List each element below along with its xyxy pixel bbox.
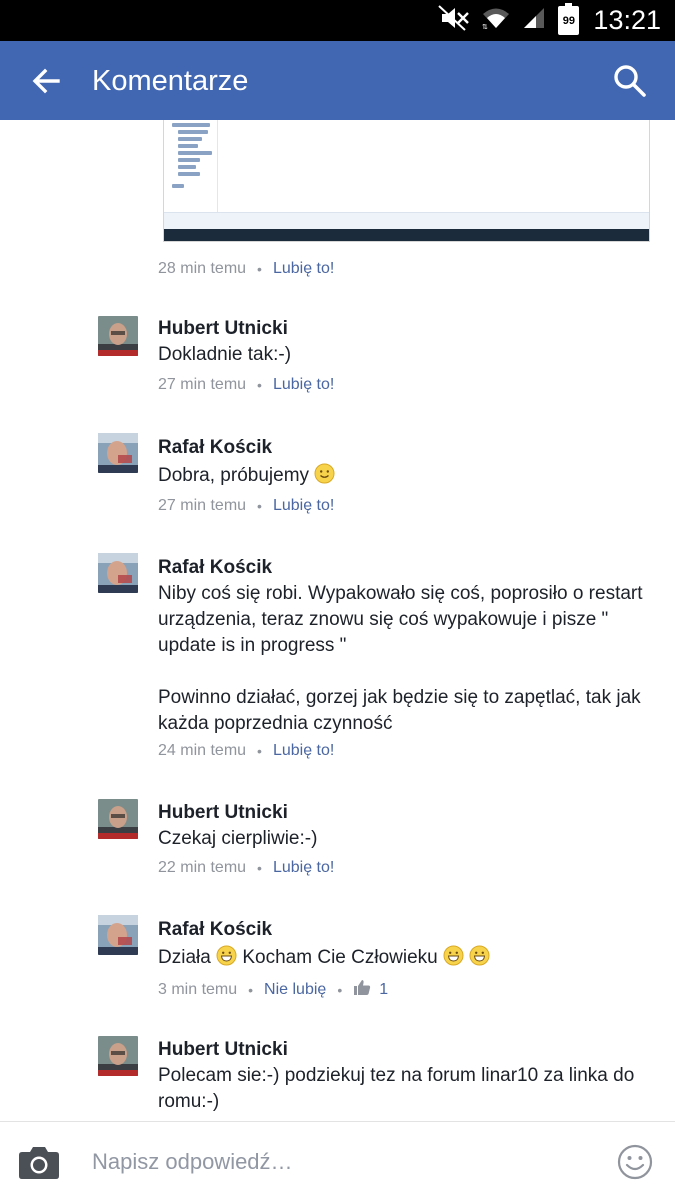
comment-time: 3 min temu: [158, 981, 238, 998]
camera-icon: [19, 1147, 59, 1179]
separator-dot: •: [257, 377, 262, 393]
attachment-sidebar: [164, 120, 218, 212]
like-link[interactable]: Lubię to!: [273, 742, 334, 760]
comment-text: Dobra, próbujemy: [158, 463, 643, 489]
smiley-icon: [617, 1144, 653, 1180]
comment-text: Czekaj cierpliwie:-): [158, 826, 643, 852]
battery-icon: 99: [558, 3, 580, 35]
reply-bar: [0, 1121, 675, 1200]
page-title: Komentarze: [92, 65, 249, 97]
comment-paragraph: Kocham Cie Człowieku: [242, 947, 438, 968]
attachment-taskbar: [164, 229, 649, 241]
comment-author[interactable]: Rafał Kościk: [158, 557, 272, 579]
comment-meta: 3 min temu • Nie lubię • 1: [158, 979, 388, 1001]
comment-text: Polecam sie:-) podziekuj tez na forum li…: [158, 1063, 643, 1115]
arrow-left-icon: [32, 68, 60, 94]
comment-text: Działa Kocham Cie Człowieku: [158, 945, 643, 971]
separator-dot: •: [257, 860, 262, 876]
comment-paragraph: Niby coś się robi. Wypakowało się coś, p…: [158, 583, 643, 656]
grin-emoji-icon: [443, 945, 464, 966]
avatar[interactable]: [98, 316, 138, 356]
comment-time: 28 min temu: [158, 260, 247, 277]
like-link[interactable]: Lubię to!: [273, 497, 334, 515]
comment-paragraph: Czekaj cierpliwie:-): [158, 828, 318, 849]
signal-icon: [522, 6, 546, 35]
separator-dot: •: [248, 982, 254, 998]
search-icon: [614, 65, 646, 97]
comment-author[interactable]: Hubert Utnicki: [158, 802, 288, 824]
separator-dot: •: [337, 982, 343, 998]
wifi-icon: ⇅: [482, 6, 510, 35]
avatar[interactable]: [98, 433, 138, 473]
status-time: 13:21: [593, 5, 661, 35]
comment-paragraph: Polecam sie:-) podziekuj tez na forum li…: [158, 1065, 635, 1112]
comment-meta: 28 min temu • Lubię to!: [158, 260, 334, 278]
comment-paragraph: Działa: [158, 947, 211, 968]
attachment-statusbar: [164, 212, 649, 230]
comment-paragraph: Dokladnie tak:-): [158, 344, 292, 365]
svg-text:⇅: ⇅: [482, 24, 488, 30]
comment-time: 22 min temu: [158, 859, 247, 876]
like-link[interactable]: Lubię to!: [273, 859, 334, 877]
comment-meta: 24 min temu • Lubię to!: [158, 742, 334, 760]
separator-dot: •: [257, 743, 262, 759]
grin-emoji-icon: [216, 945, 237, 966]
like-link[interactable]: Lubię to!: [273, 376, 334, 394]
comment-paragraph: Dobra, próbujemy: [158, 465, 310, 486]
comment-time: 27 min temu: [158, 376, 247, 393]
comment-time: 27 min temu: [158, 497, 247, 514]
back-button[interactable]: [26, 61, 66, 101]
comments-list: 28 min temu • Lubię to! Hubert Utnicki D…: [0, 120, 675, 1121]
app-bar: Komentarze: [0, 41, 675, 120]
camera-button[interactable]: [18, 1144, 60, 1180]
avatar[interactable]: [98, 915, 138, 955]
emoji-button[interactable]: [617, 1144, 653, 1180]
comment-author[interactable]: Hubert Utnicki: [158, 1039, 288, 1061]
like-count[interactable]: 1: [379, 981, 388, 999]
comment-author[interactable]: Rafał Kościk: [158, 437, 272, 459]
comment-text: Dokladnie tak:-): [158, 342, 643, 368]
like-link[interactable]: Lubię to!: [273, 260, 334, 278]
mute-icon: [438, 5, 470, 36]
comment-attachment-image[interactable]: [163, 120, 650, 242]
comment-time: 24 min temu: [158, 742, 247, 759]
thumbs-up-icon: [353, 979, 371, 1001]
comment-author[interactable]: Hubert Utnicki: [158, 318, 288, 340]
battery-level: 99: [562, 15, 576, 27]
comment-meta: 27 min temu • Lubię to!: [158, 497, 334, 515]
search-button[interactable]: [611, 62, 649, 100]
avatar[interactable]: [98, 1036, 138, 1076]
comment-paragraph: Powinno działać, gorzej jak będzie się t…: [158, 687, 641, 734]
grin-emoji-icon: [469, 945, 490, 966]
avatar[interactable]: [98, 553, 138, 593]
status-bar: ⇅ 99 13:21: [0, 0, 675, 41]
smiley-emoji-icon: [314, 463, 335, 484]
avatar[interactable]: [98, 799, 138, 839]
comment-meta: 22 min temu • Lubię to!: [158, 859, 334, 877]
unlike-link[interactable]: Nie lubię: [264, 981, 326, 999]
comment-text: Niby coś się robi. Wypakowało się coś, p…: [158, 581, 643, 737]
separator-dot: •: [257, 261, 262, 277]
separator-dot: •: [257, 498, 262, 514]
comment-author[interactable]: Rafał Kościk: [158, 919, 272, 941]
reply-input[interactable]: [92, 1146, 592, 1178]
comment-meta: 27 min temu • Lubię to!: [158, 376, 334, 394]
